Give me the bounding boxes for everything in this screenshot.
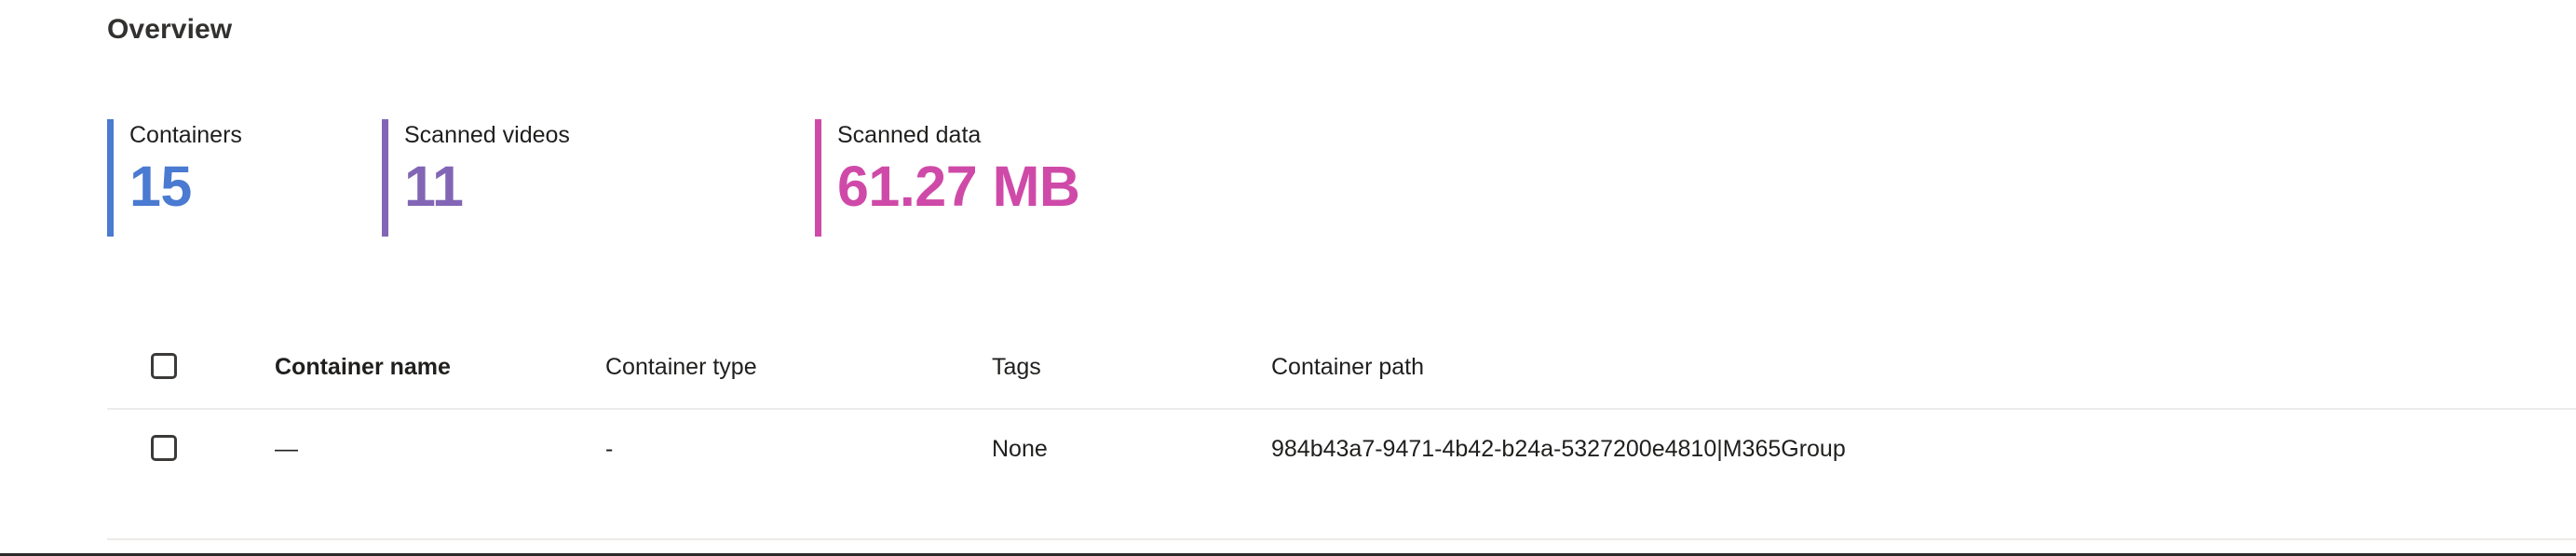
metric-card-scanned-data: Scanned data 61.27 MB (815, 119, 1080, 237)
cell-container-name: — (275, 436, 298, 462)
metric-card-containers: Containers 15 (107, 119, 382, 237)
column-header-tags[interactable]: Tags (992, 351, 1041, 383)
column-header-container-type[interactable]: Container type (605, 351, 757, 383)
metric-card-scanned-videos: Scanned videos 11 (382, 119, 815, 237)
page-title: Overview (107, 14, 233, 45)
cell-tags: None (992, 436, 1048, 462)
select-all-checkbox-cell[interactable] (151, 353, 179, 381)
metric-accent-bar-scanned-data (815, 119, 821, 237)
metric-value-scanned-videos: 11 (404, 155, 464, 218)
row-select-checkbox-cell[interactable] (151, 435, 179, 463)
metric-value-scanned-data: 61.27 MB (837, 155, 1080, 218)
overview-metrics: Containers 15 Scanned videos 11 Scanned … (107, 119, 1080, 237)
metric-label-containers: Containers (129, 122, 242, 148)
checkbox-unchecked-icon[interactable] (151, 353, 177, 379)
metric-accent-bar-containers (107, 119, 114, 237)
cell-container-path: 984b43a7-9471-4b42-b24a-5327200e4810|M36… (1271, 436, 1846, 462)
containers-table: Container name Container type Tags Conta… (0, 326, 2576, 556)
table-header-row: Container name Container type Tags Conta… (0, 326, 2576, 408)
checkbox-unchecked-icon[interactable] (151, 435, 177, 461)
table-row-divider (107, 538, 2576, 540)
metric-value-containers: 15 (129, 155, 192, 218)
metric-content-scanned-data: Scanned data 61.27 MB (821, 119, 1080, 237)
column-header-container-name[interactable]: Container name (275, 351, 451, 383)
metric-accent-bar-scanned-videos (382, 119, 388, 237)
metric-label-scanned-data: Scanned data (837, 122, 982, 148)
cell-container-type: - (605, 436, 614, 462)
metric-content-containers: Containers 15 (114, 119, 382, 237)
metric-content-scanned-videos: Scanned videos 11 (388, 119, 815, 237)
column-header-container-path[interactable]: Container path (1271, 351, 1424, 383)
metric-label-scanned-videos: Scanned videos (404, 122, 570, 148)
table-row[interactable]: — - None 984b43a7-9471-4b42-b24a-5327200… (0, 408, 2576, 490)
